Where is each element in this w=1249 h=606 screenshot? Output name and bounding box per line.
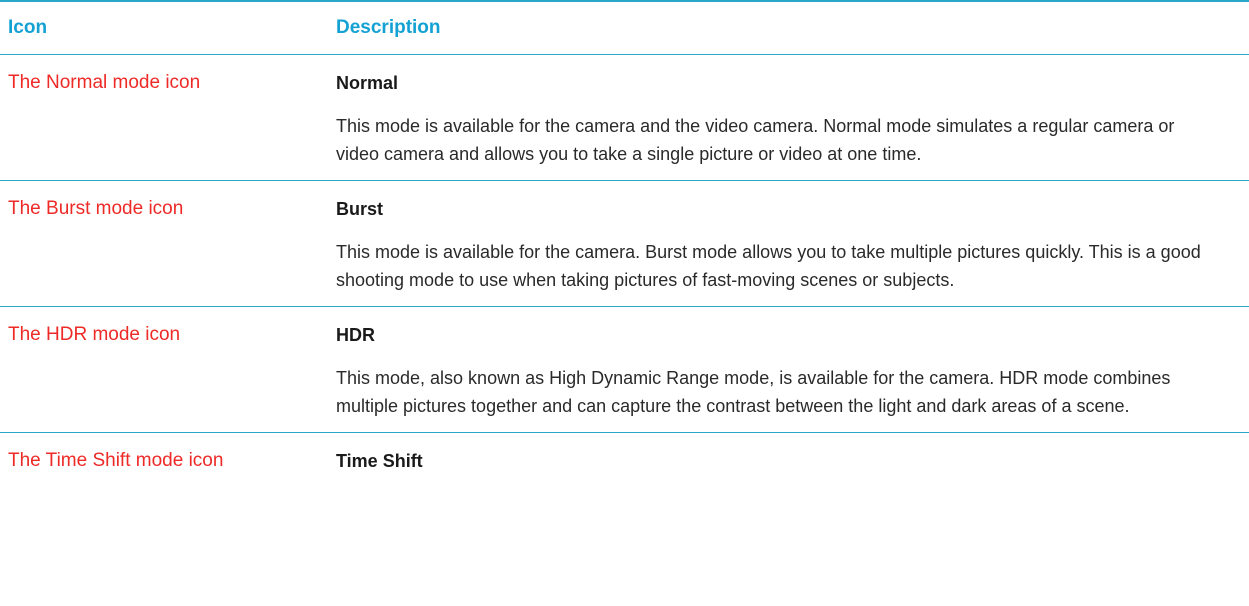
mode-name: Burst [336,199,384,219]
time-shift-mode-icon: The Time Shift mode icon [8,450,224,471]
icon-cell: The Burst mode icon [0,181,336,306]
mode-name: HDR [336,325,375,345]
table-row: The Time Shift mode icon Time Shift [0,433,1249,502]
mode-name: Time Shift [336,451,423,471]
table-row: The HDR mode icon HDR This mode, also kn… [0,307,1249,433]
table-row: The Burst mode icon Burst This mode is a… [0,181,1249,307]
mode-description: This mode is available for the camera. B… [336,242,1201,290]
mode-description: This mode, also known as High Dynamic Ra… [336,368,1171,416]
description-cell: Time Shift [336,433,1249,502]
icon-cell: The Normal mode icon [0,55,336,180]
mode-name: Normal [336,73,399,93]
description-cell: HDR This mode, also known as High Dynami… [336,307,1249,432]
normal-mode-icon: The Normal mode icon [8,72,201,93]
icon-cell: The HDR mode icon [0,307,336,432]
column-header-icon: Icon [8,17,48,38]
description-cell: Normal This mode is available for the ca… [336,55,1249,180]
table-row: The Normal mode icon Normal This mode is… [0,55,1249,181]
camera-modes-table: Icon Description The Normal mode icon No… [0,0,1249,502]
hdr-mode-icon: The HDR mode icon [8,324,181,345]
mode-description: This mode is available for the camera an… [336,116,1175,164]
description-cell: Burst This mode is available for the cam… [336,181,1249,306]
icon-cell: The Time Shift mode icon [0,433,336,502]
table-header-row: Icon Description [0,2,1249,55]
column-header-description: Description [336,17,441,38]
burst-mode-icon: The Burst mode icon [8,198,184,219]
